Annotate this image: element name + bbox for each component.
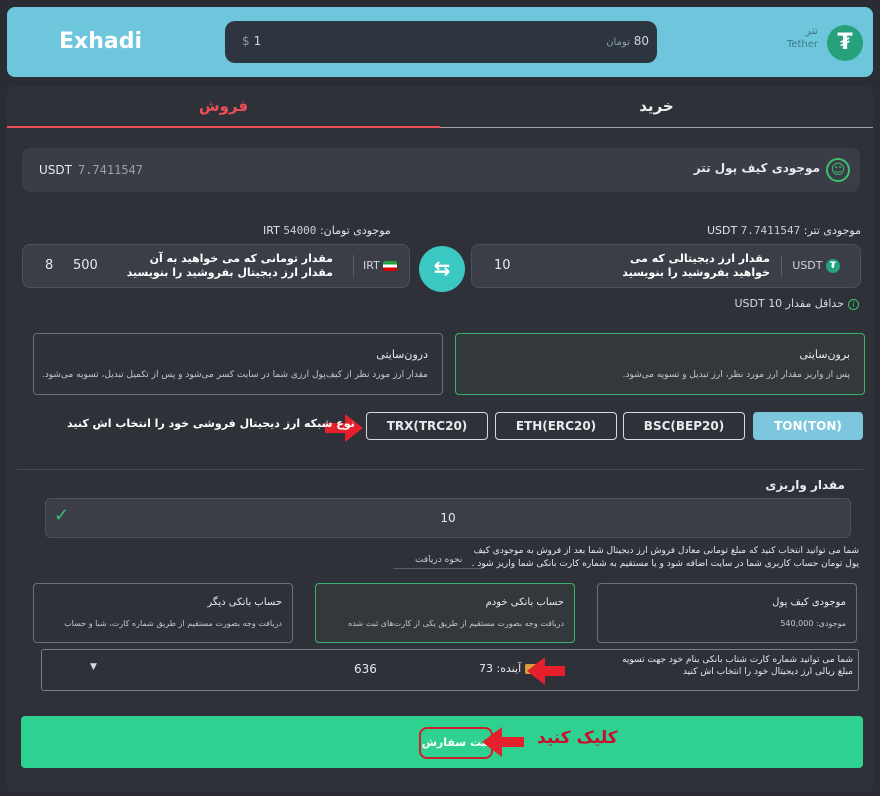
sell-amount-input[interactable]: 10 xyxy=(494,258,511,273)
receive-method-underline xyxy=(393,568,483,569)
toman-balance: موجودی تومان: 54000 IRT xyxy=(263,224,391,237)
card-number: 636 xyxy=(354,662,377,676)
trade-tabs: خرید فروش xyxy=(7,86,873,128)
tether-icon: ₮ xyxy=(827,25,863,61)
payout-note: شما می توانید انتخاب کنید که مبلغ تومانی… xyxy=(471,546,859,569)
top-header: Exhadi $1 80 تومان تتر Tether ₮ xyxy=(7,7,873,77)
receive-amount-prefix: 8 xyxy=(45,258,54,273)
iran-flag-icon xyxy=(383,261,398,271)
section-divider xyxy=(17,469,863,470)
network-ton-button[interactable]: TON(TON) xyxy=(753,412,863,440)
swap-icon[interactable]: ⇆ xyxy=(419,246,465,292)
option-internal[interactable]: درون‌سایتی مقدار ارز مورد نظر از کیف‌پول… xyxy=(33,333,443,395)
tab-sell[interactable]: فروش xyxy=(7,86,440,128)
red-arrow-icon xyxy=(482,727,524,757)
coin-name: تتر Tether xyxy=(786,24,818,50)
brand-logo[interactable]: Exhadi xyxy=(59,29,142,54)
sell-amount-field[interactable]: USDT ₮ مقدار ارز دیجیتالی که می خواهید ب… xyxy=(471,244,861,288)
usdt-currency: USDT ₮ xyxy=(792,259,840,273)
chevron-down-icon[interactable]: ▼ xyxy=(90,662,97,672)
dollar-icon: $ xyxy=(242,34,250,48)
sell-amount-hint: مقدار ارز دیجیتالی که می خواهید بفروشید … xyxy=(622,252,770,279)
receive-amount-field[interactable]: IRT مقدار تومانی که می خواهید به آن مقدا… xyxy=(22,244,410,288)
tether-balance: موجودی تتر: 7.7411547 USDT xyxy=(706,224,861,237)
receive-method-label: نحوه دریافت xyxy=(415,555,463,565)
wallet-balance-label: موجودی کیف پول تتر xyxy=(693,161,820,175)
usd-price: $1 xyxy=(242,34,262,48)
deposit-amount-field[interactable]: ✓ 10 xyxy=(45,498,851,538)
tether-icon: ₮ xyxy=(826,259,840,273)
card-select-note: شما می توانید شماره کارت شتاب بانکی بنام… xyxy=(622,655,853,677)
deposit-label: مقدار واریزی xyxy=(765,478,845,492)
trade-panel: خرید فروش ☺ موجودی کیف پول تتر USDT 7.741… xyxy=(7,86,873,792)
smile-icon: ☺ xyxy=(826,158,850,182)
click-instruction: کلیک کنید xyxy=(537,728,618,748)
irt-price: 80 تومان xyxy=(606,34,649,48)
tab-buy[interactable]: خرید xyxy=(440,86,873,128)
wallet-balance-bar: ☺ موجودی کیف پول تتر USDT 7.7411547 xyxy=(22,148,860,192)
payout-my-bank-option[interactable]: حساب بانکی خودم دریافت وجه بصورت مستقیم … xyxy=(315,583,575,643)
deposit-amount-value: 10 xyxy=(440,511,456,525)
network-trx-button[interactable]: TRX(TRC20) xyxy=(366,412,488,440)
price-display: $1 80 تومان xyxy=(225,21,657,63)
payout-wallet-option[interactable]: موجودی کیف پول موجودی: 540,000 xyxy=(597,583,857,643)
receive-amount-input[interactable]: 500 xyxy=(73,258,98,273)
min-amount-note: iحداقل مقدار USDT 10 xyxy=(734,297,859,310)
payout-other-bank-option[interactable]: حساب بانکی دیگر دریافت وجه بصورت مستقیم … xyxy=(33,583,293,643)
option-external[interactable]: برون‌سایتی پس از واریز مقدار ارز مورد نظ… xyxy=(455,333,865,395)
wallet-balance-value: USDT 7.7411547 xyxy=(39,163,144,177)
network-instruction: نوع شبکه ارز دیجیتال فروشی خود را انتخاب… xyxy=(67,417,355,430)
receive-amount-hint: مقدار تومانی که می خواهید به آن مقدار ار… xyxy=(126,252,333,279)
red-arrow-icon xyxy=(527,657,565,685)
irt-currency: IRT xyxy=(363,259,398,272)
network-eth-button[interactable]: ETH(ERC20) xyxy=(495,412,617,440)
submit-order-button[interactable]: ثبت سفارش xyxy=(21,716,863,768)
network-bsc-button[interactable]: BSC(BEP20) xyxy=(623,412,745,440)
field-divider xyxy=(781,255,782,277)
info-icon: i xyxy=(848,299,859,310)
field-divider xyxy=(353,255,354,277)
